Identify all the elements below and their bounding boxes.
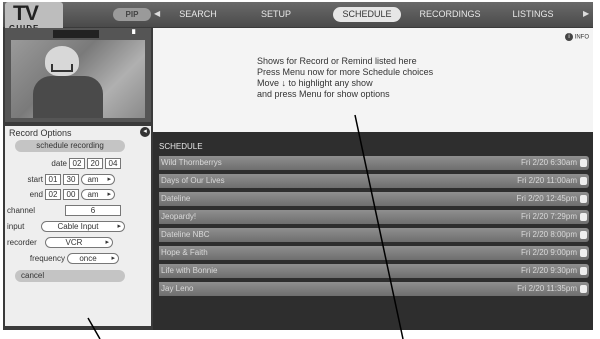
show-time: Fri 2/20 6:30am <box>520 158 577 167</box>
date-year-field[interactable]: 04 <box>105 158 121 169</box>
remind-icon <box>580 213 587 221</box>
info-panel: i INFO Shows for Record or Remind listed… <box>153 28 593 132</box>
show-title: Life with Bonnie <box>161 266 218 275</box>
record-icon <box>580 159 587 167</box>
select-arrow-icon: ▸ <box>107 176 111 183</box>
end-hour-field[interactable]: 02 <box>45 189 61 200</box>
info-text: Shows for Record or Remind listed here P… <box>257 56 433 100</box>
cancel-button[interactable]: cancel <box>15 270 125 282</box>
show-title: Days of Our Lives <box>161 176 225 185</box>
pip-video-frame[interactable]: ▝ <box>5 28 151 122</box>
start-ampm-value: am <box>87 175 99 184</box>
tv-guide-screen: PIP ◀ SEARCH SETUP SCHEDULE RECORDINGS L… <box>3 2 593 330</box>
record-options-title: Record Options <box>9 128 72 138</box>
input-label: input <box>7 222 25 231</box>
pip-button[interactable]: PIP <box>113 8 151 21</box>
player-jersey <box>33 76 103 118</box>
top-nav-bar: PIP ◀ SEARCH SETUP SCHEDULE RECORDINGS L… <box>3 2 593 27</box>
show-title: Wild Thornberrys <box>161 158 222 167</box>
tab-recordings[interactable]: RECORDINGS <box>415 7 485 22</box>
start-ampm-select[interactable]: am ▸ <box>81 174 115 185</box>
input-select[interactable]: Cable Input ▸ <box>41 221 125 232</box>
info-label: INFO <box>574 34 589 41</box>
info-button[interactable]: i INFO <box>564 33 589 41</box>
show-title: Dateline NBC <box>161 230 210 239</box>
info-line: Press Menu now for more Schedule choices <box>257 67 434 77</box>
info-icon: i <box>564 33 573 41</box>
info-line: Move ↓ to highlight any show <box>257 78 373 88</box>
recorder-label: recorder <box>7 238 37 247</box>
pip-video-image <box>11 40 145 118</box>
show-title: Jay Leno <box>161 284 194 293</box>
end-minute-field[interactable]: 00 <box>63 189 79 200</box>
remind-icon <box>580 231 587 239</box>
schedule-row[interactable]: Hope & Faith Fri 2/20 9:00pm <box>159 246 589 260</box>
select-arrow-icon: ▸ <box>117 223 121 230</box>
nav-left-arrow-icon[interactable]: ◀ <box>154 9 160 18</box>
tab-setup[interactable]: SETUP <box>251 7 301 22</box>
channel-label: channel <box>7 206 36 215</box>
schedule-row[interactable]: Life with Bonnie Fri 2/20 9:30pm <box>159 264 589 278</box>
recorder-value: VCR <box>65 238 83 247</box>
start-hour-field[interactable]: 01 <box>45 174 61 185</box>
end-label: end <box>29 190 43 199</box>
frequency-select[interactable]: once ▸ <box>67 253 119 264</box>
input-value: Cable Input <box>57 222 99 231</box>
tab-schedule[interactable]: SCHEDULE <box>333 7 401 22</box>
select-arrow-icon: ▸ <box>107 191 111 198</box>
show-time: Fri 2/20 11:00am <box>517 176 577 185</box>
helmet-facemask <box>51 64 73 72</box>
remind-icon <box>580 195 587 203</box>
start-minute-field[interactable]: 30 <box>63 174 79 185</box>
schedule-row[interactable]: Jay Leno Fri 2/20 11:35pm <box>159 282 589 296</box>
select-arrow-icon: ▸ <box>111 255 115 262</box>
show-time: Fri 2/20 9:00pm <box>520 248 577 257</box>
schedule-row[interactable]: Dateline NBC Fri 2/20 8:00pm <box>159 228 589 242</box>
tab-search[interactable]: SEARCH <box>173 7 223 22</box>
schedule-recording-button[interactable]: schedule recording <box>15 140 125 152</box>
show-title: Dateline <box>161 194 191 203</box>
logo-tv-text: TV <box>13 2 39 25</box>
start-label: start <box>27 175 43 184</box>
schedule-row[interactable]: Days of Our Lives Fri 2/20 11:00am <box>159 174 589 188</box>
nav-right-arrow-icon[interactable]: ▶ <box>583 9 589 18</box>
date-month-field[interactable]: 02 <box>69 158 85 169</box>
pip-channel-tag <box>53 30 99 38</box>
record-options-panel: Record Options ◂ schedule recording date… <box>5 126 151 326</box>
show-title: Jeopardy! <box>161 212 197 221</box>
show-time: Fri 2/20 11:35pm <box>517 284 577 293</box>
recorder-select[interactable]: VCR ▸ <box>45 237 113 248</box>
show-time: Fri 2/20 8:00pm <box>520 230 577 239</box>
pip-resize-icon[interactable]: ▝ <box>129 30 135 39</box>
show-time: Fri 2/20 12:45pm <box>516 194 577 203</box>
schedule-list-panel: SCHEDULE Wild Thornberrys Fri 2/20 6:30a… <box>153 132 593 330</box>
info-line: and press Menu for show options <box>257 89 390 99</box>
date-day-field[interactable]: 20 <box>87 158 103 169</box>
date-label: date <box>51 159 67 168</box>
tab-listings[interactable]: LISTINGS <box>503 7 563 22</box>
channel-field[interactable]: 6 <box>65 205 121 216</box>
record-options-close-icon[interactable]: ◂ <box>140 127 150 137</box>
schedule-title: SCHEDULE <box>159 142 203 151</box>
end-ampm-select[interactable]: am ▸ <box>81 189 115 200</box>
show-time: Fri 2/20 9:30pm <box>520 266 577 275</box>
schedule-row[interactable]: Dateline Fri 2/20 12:45pm <box>159 192 589 206</box>
select-arrow-icon: ▸ <box>105 239 109 246</box>
frequency-label: frequency <box>29 254 65 263</box>
record-icon <box>580 177 587 185</box>
frequency-value: once <box>79 254 97 263</box>
record-icon <box>580 249 587 257</box>
info-line: Shows for Record or Remind listed here <box>257 56 417 66</box>
show-title: Hope & Faith <box>161 248 208 257</box>
show-time: Fri 2/20 7:29pm <box>520 212 577 221</box>
schedule-row[interactable]: Wild Thornberrys Fri 2/20 6:30am <box>159 156 589 170</box>
record-icon <box>580 285 587 293</box>
schedule-row[interactable]: Jeopardy! Fri 2/20 7:29pm <box>159 210 589 224</box>
end-ampm-value: am <box>87 190 99 199</box>
remind-icon <box>580 267 587 275</box>
